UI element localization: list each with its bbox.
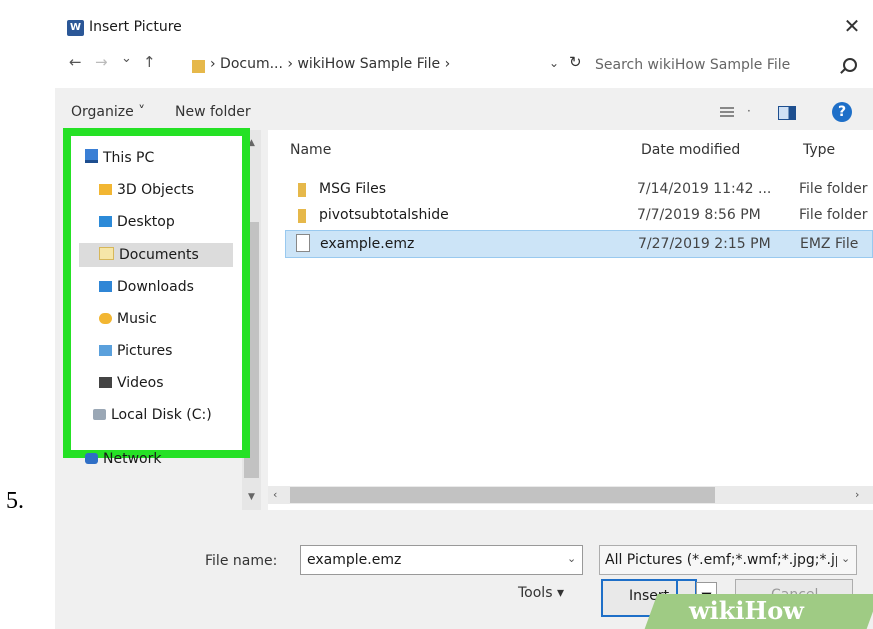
table-row-selected[interactable]: example.emz 7/27/2019 2:15 PM EMZ File [285, 230, 873, 258]
insert-picture-dialog: W Insert Picture ✕ ← → ⌄ ↑ › Docum... › … [55, 0, 873, 629]
nav-scroll-down-button[interactable]: ▼ [248, 492, 255, 502]
up-button[interactable]: ↑ [143, 53, 156, 71]
network-icon [85, 453, 98, 464]
videos-icon [99, 377, 112, 388]
sidebar-item-network[interactable]: Network [85, 447, 233, 471]
downloads-icon [99, 281, 112, 292]
address-bar[interactable]: › Docum... › wikiHow Sample File › [210, 56, 450, 72]
sidebar-item-label: Music [117, 311, 157, 327]
sidebar-item-label: Network [103, 451, 162, 467]
file-name: pivotsubtotalshide [319, 207, 449, 223]
folder-icon [298, 183, 306, 197]
file-name-label: File name: [205, 553, 278, 569]
folder-icon [298, 209, 306, 223]
file-name-dropdown-button[interactable]: ⌄ [567, 552, 576, 565]
column-header-name[interactable]: Name [290, 142, 331, 158]
sidebar-item-label: Downloads [117, 279, 194, 295]
file-date: 7/7/2019 8:56 PM [637, 207, 761, 223]
change-view-icon[interactable] [720, 107, 734, 118]
file-name: example.emz [320, 236, 415, 252]
pictures-icon [99, 345, 112, 356]
sidebar-item-label: Pictures [117, 343, 173, 359]
file-type: File folder [799, 181, 868, 197]
filter-dropdown-button[interactable]: ⌄ [841, 552, 850, 565]
horizontal-scrollbar-thumb[interactable] [290, 487, 715, 503]
file-type: EMZ File [800, 236, 859, 252]
sidebar-item-label: Documents [119, 247, 199, 263]
refresh-button[interactable]: ↻ [569, 53, 582, 71]
sidebar-item-pictures[interactable]: Pictures [99, 339, 247, 363]
forward-button[interactable]: → [95, 53, 108, 71]
sidebar-item-local-disk[interactable]: Local Disk (C:) [93, 403, 241, 427]
preview-pane-icon[interactable] [778, 106, 796, 120]
sidebar-item-label: Desktop [117, 214, 175, 230]
file-icon [296, 234, 310, 252]
music-icon [99, 313, 112, 324]
view-dropdown-button[interactable]: · [747, 104, 751, 118]
file-date: 7/27/2019 2:15 PM [638, 236, 771, 252]
table-row[interactable]: pivotsubtotalshide 7/7/2019 8:56 PM File… [285, 204, 873, 228]
documents-icon [99, 247, 114, 260]
desktop-icon [99, 216, 112, 227]
file-date: 7/14/2019 11:42 ... [637, 181, 772, 197]
word-icon: W [67, 20, 84, 36]
search-placeholder: Search wikiHow Sample File [595, 57, 791, 73]
sidebar-item-this-pc[interactable]: This PC [85, 146, 233, 170]
search-icon[interactable] [843, 58, 857, 72]
this-pc-icon [85, 149, 98, 163]
sidebar-item-label: This PC [103, 150, 155, 166]
local-disk-icon [93, 409, 106, 420]
close-button[interactable]: ✕ [840, 14, 864, 38]
file-type: File folder [799, 207, 868, 223]
new-folder-button[interactable]: New folder [175, 104, 251, 120]
table-row[interactable]: MSG Files 7/14/2019 11:42 ... File folde… [285, 178, 873, 202]
scroll-left-button[interactable]: ‹ [273, 488, 277, 501]
wikihow-watermark: wikiHow [689, 596, 804, 625]
column-header-date-modified[interactable]: Date modified [641, 142, 740, 158]
column-header-type[interactable]: Type [803, 142, 835, 158]
3d-objects-icon [99, 184, 112, 195]
folder-icon [192, 60, 205, 73]
sidebar-item-label: Videos [117, 375, 164, 391]
file-name-value: example.emz [307, 552, 402, 568]
sidebar-item-label: 3D Objects [117, 182, 195, 198]
sidebar-item-desktop[interactable]: Desktop [99, 210, 247, 234]
sidebar-item-music[interactable]: Music [99, 307, 247, 331]
sidebar-item-downloads[interactable]: Downloads [99, 275, 247, 299]
step-number: 5. [6, 488, 24, 514]
recent-locations-button[interactable]: ⌄ [121, 51, 132, 66]
back-button[interactable]: ← [69, 53, 82, 71]
sidebar-item-documents[interactable]: Documents [79, 243, 233, 267]
sidebar-item-3d-objects[interactable]: 3D Objects [99, 178, 247, 202]
dialog-title: Insert Picture [89, 19, 182, 35]
scroll-right-button[interactable]: › [855, 488, 859, 501]
file-name: MSG Files [319, 181, 386, 197]
address-dropdown-button[interactable]: ⌄ [549, 56, 559, 70]
sidebar-item-label: Local Disk (C:) [111, 407, 212, 423]
help-icon[interactable]: ? [832, 102, 852, 122]
sidebar-item-videos[interactable]: Videos [99, 371, 247, 395]
file-type-filter-value: All Pictures (*.emf;*.wmf;*.jpg;*.jp [605, 552, 837, 568]
organize-button[interactable]: Organize ˅ [71, 104, 145, 120]
tools-button[interactable]: Tools ▾ [518, 585, 564, 601]
